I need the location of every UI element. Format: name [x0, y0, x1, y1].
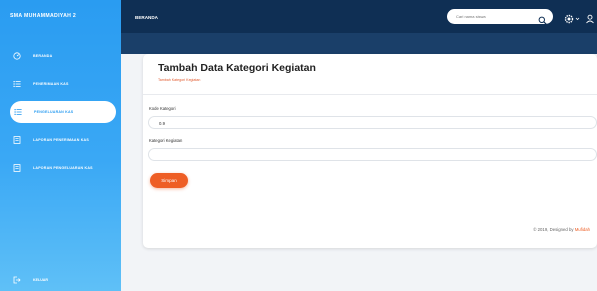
brand-name: SMA MUHAMMADIYAH 2 [10, 13, 77, 19]
kode-kategori-input[interactable] [159, 119, 579, 127]
top-navbar: BERANDA [121, 0, 597, 33]
save-button[interactable]: Simpan [150, 173, 188, 188]
sidebar-item-laporan-pengeluaran-kas[interactable]: LAPORAN PENGELUARAN KAS [0, 157, 121, 179]
sidebar-item-label: BERANDA [33, 54, 53, 58]
sidebar: SMA MUHAMMADIYAH 2 BERANDA PENERIMAAN KA… [0, 0, 121, 291]
sidebar-item-pengeluaran-kas[interactable]: PENGELUARAN KAS [10, 101, 116, 123]
report-icon [13, 164, 21, 172]
sidebar-item-laporan-penerimaan-kas[interactable]: LAPORAN PENERIMAAN KAS [0, 129, 121, 151]
kategori-kegiatan-label: Kategori Kegiatan [149, 138, 183, 143]
kategori-kegiatan-field[interactable] [148, 148, 597, 161]
sidebar-item-label: KELUAR [33, 278, 48, 282]
search-icon[interactable] [538, 12, 547, 25]
page-title: Tambah Data Kategori Kegiatan [158, 62, 316, 74]
search-box [447, 9, 553, 25]
sidebar-item-label: LAPORAN PENGELUARAN KAS [33, 166, 93, 170]
user-icon[interactable] [585, 11, 595, 24]
kategori-kegiatan-input[interactable] [159, 151, 579, 159]
page-label[interactable]: BERANDA [135, 0, 158, 36]
list-icon [13, 80, 21, 88]
search-input[interactable] [456, 12, 526, 21]
sidebar-item-keluar[interactable]: KELUAR [0, 271, 134, 289]
sidebar-item-label: PENGELUARAN KAS [34, 110, 74, 114]
sidebar-item-beranda[interactable]: BERANDA [0, 45, 121, 67]
footer-text: © 2019, Designed by [533, 227, 574, 232]
logout-icon [13, 276, 21, 284]
card-header [143, 54, 597, 95]
dashboard-icon [13, 52, 21, 60]
footer-credit: © 2019, Designed by Mufidah [533, 227, 590, 232]
footer-author-link[interactable]: Mufidah [575, 227, 590, 232]
form-card: Tambah Data Kategori Kegiatan Tambah Kat… [143, 54, 597, 248]
breadcrumb[interactable]: Tambah Kategori Kegiatan [158, 78, 200, 82]
list-icon [14, 108, 22, 116]
header-band [121, 33, 597, 54]
report-icon [13, 136, 21, 144]
sidebar-item-label: LAPORAN PENERIMAAN KAS [33, 138, 89, 142]
chevron-down-icon[interactable] [575, 11, 580, 21]
settings-icon[interactable] [564, 11, 574, 24]
kode-kategori-label: Kode Kategori [149, 106, 176, 111]
sidebar-item-label: PENERIMAAN KAS [33, 82, 69, 86]
sidebar-item-penerimaan-kas[interactable]: PENERIMAAN KAS [0, 73, 121, 95]
kode-kategori-field[interactable] [148, 116, 597, 129]
